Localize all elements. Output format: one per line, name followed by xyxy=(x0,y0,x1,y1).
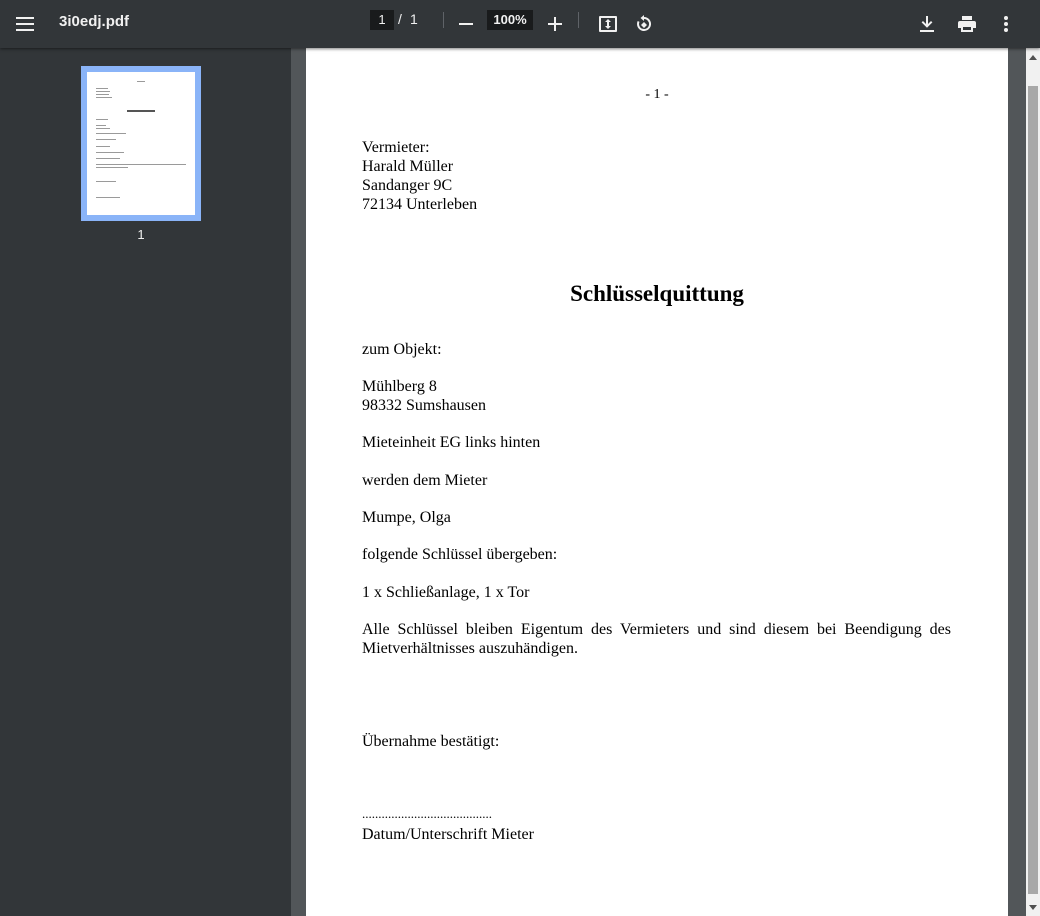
page-separator: / xyxy=(398,11,402,27)
page-header-number: - 1 - xyxy=(645,87,669,102)
menu-icon xyxy=(16,17,34,31)
scroll-up-arrow[interactable] xyxy=(1026,50,1040,64)
more-vert-icon xyxy=(1004,16,1008,32)
thumbnail-page-preview xyxy=(87,72,195,215)
print-icon xyxy=(958,16,976,32)
landlord-city: 72134 Unterleben xyxy=(362,196,478,213)
more-options-button[interactable] xyxy=(988,6,1024,42)
scrollbar-thumb[interactable] xyxy=(1028,86,1038,894)
menu-button[interactable] xyxy=(7,6,43,42)
rotate-icon xyxy=(637,15,652,31)
toolbar-divider xyxy=(443,12,444,28)
zoom-in-icon xyxy=(548,17,562,31)
zoom-out-icon xyxy=(459,23,473,25)
ownership-notice: Alle Schlüssel bleiben Eigentum des Verm… xyxy=(362,621,951,657)
zoom-in-button[interactable] xyxy=(537,6,573,42)
arrow-up-icon xyxy=(1029,54,1037,60)
object-label: zum Objekt: xyxy=(362,341,442,358)
keys-list: 1 x Schließanlage, 1 x Tor xyxy=(362,584,530,601)
page-number-input[interactable] xyxy=(370,10,394,30)
landlord-name: Harald Müller xyxy=(362,158,454,175)
document-heading: Schlüsselquittung xyxy=(570,281,744,306)
fit-page-icon xyxy=(599,16,617,32)
landlord-street: Sandanger 9C xyxy=(362,177,453,194)
download-button[interactable] xyxy=(909,6,945,42)
signature-label: Datum/Unterschrift Mieter xyxy=(362,826,534,843)
thumbnail-page-number: 1 xyxy=(137,227,145,242)
download-icon xyxy=(920,16,934,32)
arrow-down-icon xyxy=(1029,904,1037,910)
print-button[interactable] xyxy=(949,6,985,42)
rotate-button[interactable] xyxy=(626,6,662,42)
rental-unit: Mieteinheit EG links hinten xyxy=(362,434,541,451)
fit-page-button[interactable] xyxy=(590,6,626,42)
landlord-label: Vermieter: xyxy=(362,139,430,156)
page-thumbnail[interactable] xyxy=(81,66,201,221)
pdf-toolbar: 3i0edj.pdf / 1 xyxy=(0,0,1040,48)
thumbnail-sidebar: 1 xyxy=(0,48,291,916)
tenant-intro: werden dem Mieter xyxy=(362,472,488,489)
confirmation-label: Übernahme bestätigt: xyxy=(362,733,500,750)
zoom-out-button[interactable] xyxy=(448,6,484,42)
keys-intro: folgende Schlüssel übergeben: xyxy=(362,546,558,563)
tenant-name: Mumpe, Olga xyxy=(362,509,451,526)
vertical-scrollbar[interactable] xyxy=(1026,48,1040,916)
scroll-down-arrow[interactable] xyxy=(1026,900,1040,914)
signature-line: ........................................ xyxy=(362,806,492,821)
page-total: 1 xyxy=(410,11,418,27)
object-street: Mühlberg 8 xyxy=(362,378,437,395)
document-title: 3i0edj.pdf xyxy=(59,13,130,30)
zoom-input[interactable] xyxy=(487,10,533,30)
toolbar-divider xyxy=(578,12,579,28)
object-city: 98332 Sumshausen xyxy=(362,397,486,414)
document-viewer[interactable]: - 1 - Vermieter: Harald Müller Sandanger… xyxy=(291,48,1026,916)
pdf-page: - 1 - Vermieter: Harald Müller Sandanger… xyxy=(306,48,1008,916)
